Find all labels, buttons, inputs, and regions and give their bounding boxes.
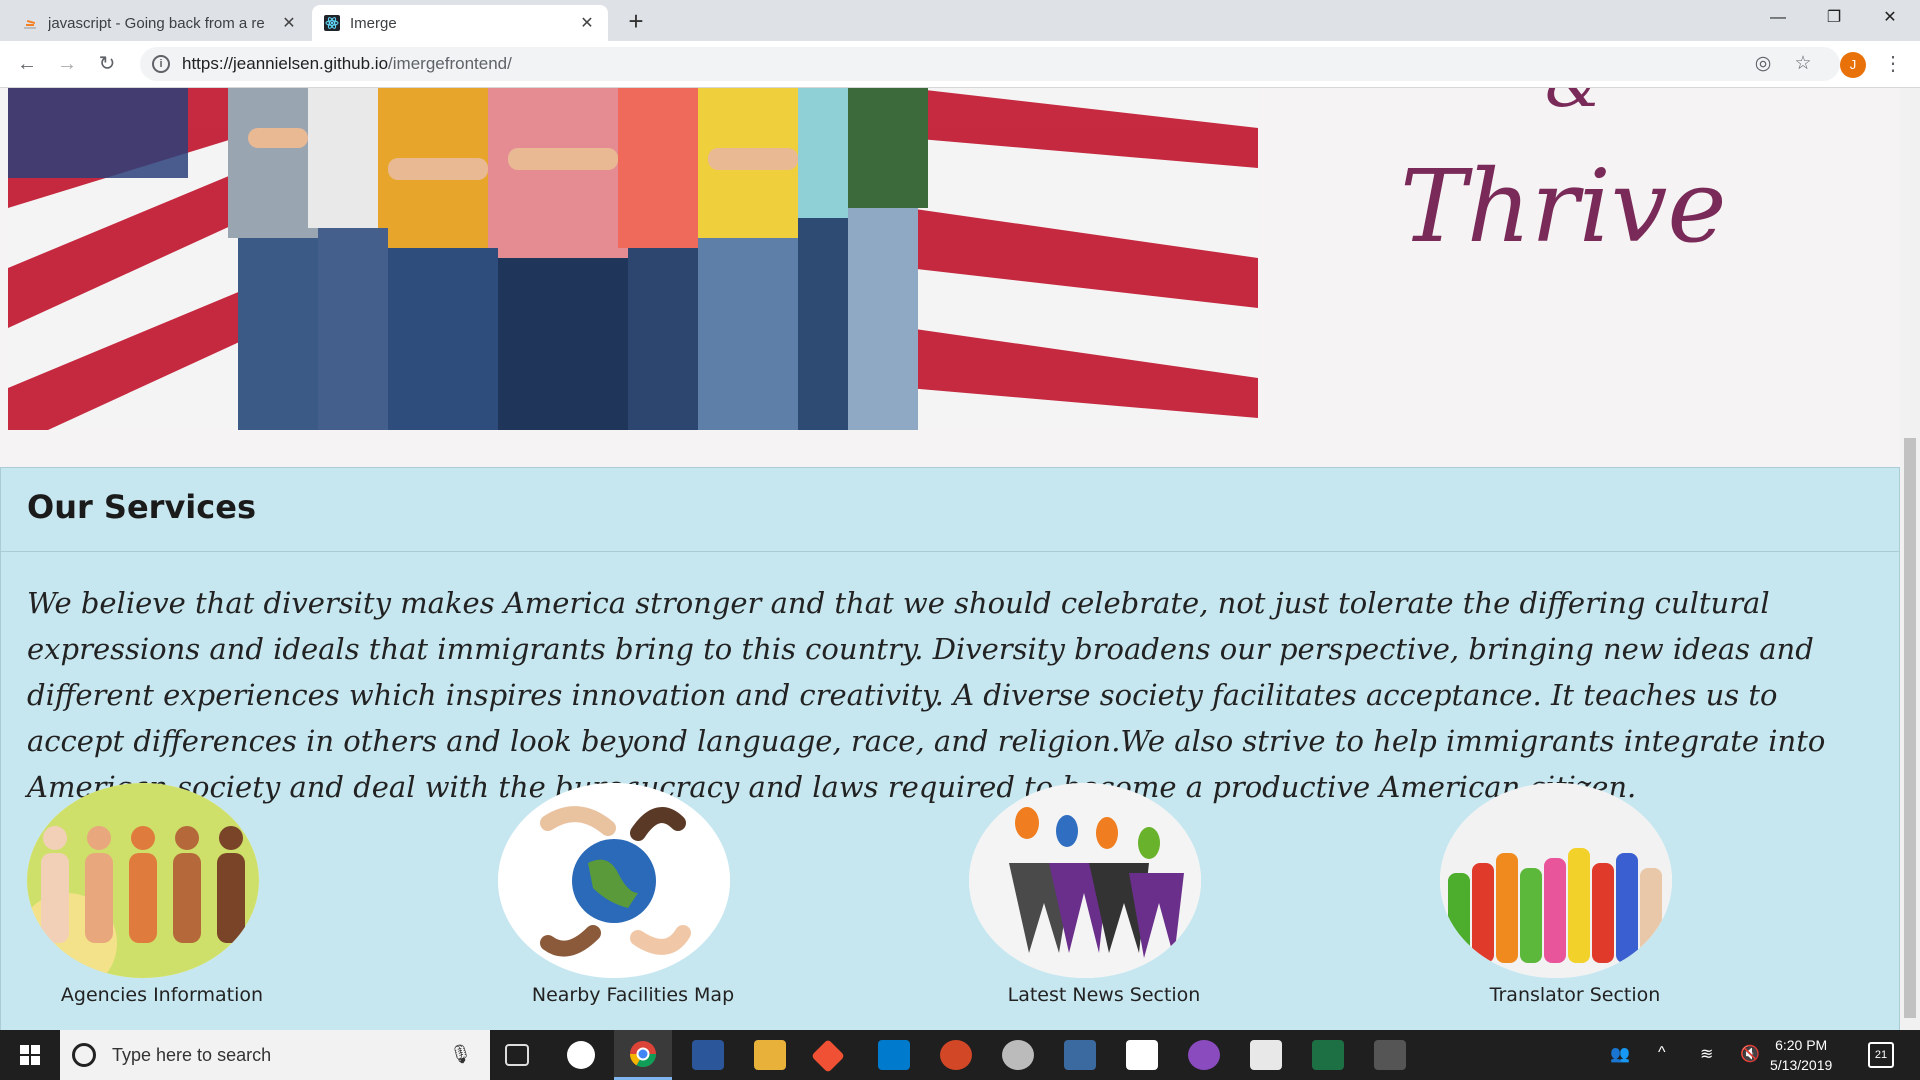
- url-text[interactable]: https://jeannielsen.github.io/imergefron…: [182, 54, 512, 74]
- microphone-icon[interactable]: 🎙: [449, 1044, 472, 1065]
- bookmark-star-icon[interactable]: ☆: [1790, 51, 1816, 77]
- web-page: & Thrive Our Services We believe that di…: [0, 88, 1900, 1030]
- forward-arrow-icon[interactable]: →: [52, 49, 82, 79]
- facilities-image[interactable]: [498, 783, 730, 978]
- github-desktop-icon[interactable]: [1002, 1040, 1034, 1070]
- close-tab-icon[interactable]: ✕: [578, 13, 596, 33]
- hero-image: [8, 88, 1258, 430]
- location-icon[interactable]: ◎: [1750, 51, 1776, 77]
- minimize-icon[interactable]: —: [1750, 0, 1806, 36]
- windows-taskbar: Type here to search 🎙 👥 ^ ≋ 🔇 6:20 PM 5/…: [0, 1030, 1920, 1080]
- scrollbar-thumb[interactable]: [1904, 438, 1916, 1018]
- word-icon[interactable]: [692, 1040, 724, 1070]
- services-panel: Our Services We believe that diversity m…: [0, 467, 1900, 1030]
- url-host: https://jeannielsen.github.io: [182, 54, 389, 73]
- thrive-heading: Thrive: [1400, 148, 1727, 265]
- workbench-icon[interactable]: [1064, 1040, 1096, 1070]
- agencies-image[interactable]: [27, 783, 259, 978]
- clock-date: 5/13/2019: [1770, 1057, 1833, 1073]
- task-view-icon[interactable]: [505, 1044, 529, 1066]
- restore-icon[interactable]: ❐: [1806, 0, 1862, 36]
- tab-javascript-question[interactable]: javascript - Going back from a re ✕: [10, 5, 310, 41]
- services-title: Our Services: [27, 488, 256, 526]
- service-card-translator[interactable]: Translator Section: [1440, 783, 1710, 1006]
- service-card-facilities-map[interactable]: Nearby Facilities Map: [498, 783, 768, 1006]
- clock-time: 6:20 PM: [1775, 1037, 1828, 1053]
- close-tab-icon[interactable]: ✕: [280, 13, 298, 33]
- tab-title: Imerge: [350, 14, 397, 32]
- services-header: Our Services: [1, 468, 1899, 552]
- stackoverflow-icon: [22, 15, 38, 31]
- card-label[interactable]: Translator Section: [1440, 984, 1710, 1006]
- browser-tab-bar: javascript - Going back from a re ✕ Imer…: [0, 0, 1920, 41]
- back-arrow-icon[interactable]: ←: [12, 49, 42, 79]
- mail-icon[interactable]: [1126, 1040, 1158, 1070]
- taskbar-search-box[interactable]: Type here to search 🎙: [60, 1030, 490, 1080]
- cortana-icon: [72, 1043, 96, 1067]
- volume-muted-icon[interactable]: 🔇: [1740, 1044, 1760, 1064]
- card-label[interactable]: Latest News Section: [969, 984, 1239, 1006]
- page-scrollbar[interactable]: [1900, 88, 1920, 1030]
- github-icon[interactable]: [1188, 1040, 1220, 1070]
- chrome-icon[interactable]: [614, 1030, 672, 1080]
- react-icon: [324, 15, 340, 31]
- search-placeholder: Type here to search: [112, 1044, 272, 1065]
- news-image[interactable]: [969, 783, 1201, 978]
- translator-image[interactable]: [1440, 783, 1672, 978]
- slack-icon[interactable]: [567, 1041, 595, 1069]
- wifi-icon[interactable]: ≋: [1700, 1044, 1713, 1064]
- reload-icon[interactable]: ↻: [92, 49, 122, 79]
- tab-imerge[interactable]: Imerge ✕: [312, 5, 608, 41]
- close-window-icon[interactable]: ✕: [1862, 0, 1918, 36]
- ampersand-text: &: [1545, 88, 1602, 122]
- new-tab-button[interactable]: +: [620, 6, 652, 36]
- java-icon[interactable]: [1250, 1040, 1282, 1070]
- flag-people-illustration: [8, 88, 1258, 430]
- services-description: We believe that diversity makes America …: [27, 586, 1826, 804]
- notifications-icon[interactable]: 21: [1868, 1042, 1894, 1068]
- people-icon[interactable]: 👥: [1610, 1044, 1630, 1064]
- browser-toolbar: ← → ↻ i https://jeannielsen.github.io/im…: [0, 41, 1920, 88]
- url-path: /imergefrontend/: [388, 54, 512, 73]
- address-bar[interactable]: i https://jeannielsen.github.io/imergefr…: [140, 47, 1840, 81]
- excel-icon[interactable]: [1312, 1040, 1344, 1070]
- browser-menu-icon[interactable]: ⋮: [1880, 49, 1906, 79]
- show-hidden-icons[interactable]: ^: [1658, 1044, 1666, 1062]
- file-explorer-icon[interactable]: [754, 1040, 786, 1070]
- tab-title: javascript - Going back from a re: [48, 14, 265, 32]
- system-clock[interactable]: 6:20 PM 5/13/2019: [1770, 1035, 1832, 1075]
- windows-start-button[interactable]: [0, 1030, 60, 1080]
- powerpoint-icon[interactable]: [940, 1040, 972, 1070]
- app-icon[interactable]: [1374, 1040, 1406, 1070]
- git-icon[interactable]: [811, 1039, 845, 1073]
- card-label[interactable]: Agencies Information: [27, 984, 297, 1006]
- card-label[interactable]: Nearby Facilities Map: [498, 984, 768, 1006]
- profile-avatar[interactable]: J: [1840, 52, 1866, 78]
- service-card-agencies[interactable]: Agencies Information: [27, 783, 297, 1006]
- info-icon[interactable]: i: [152, 55, 170, 73]
- vscode-icon[interactable]: [878, 1040, 910, 1070]
- service-card-news[interactable]: Latest News Section: [969, 783, 1239, 1006]
